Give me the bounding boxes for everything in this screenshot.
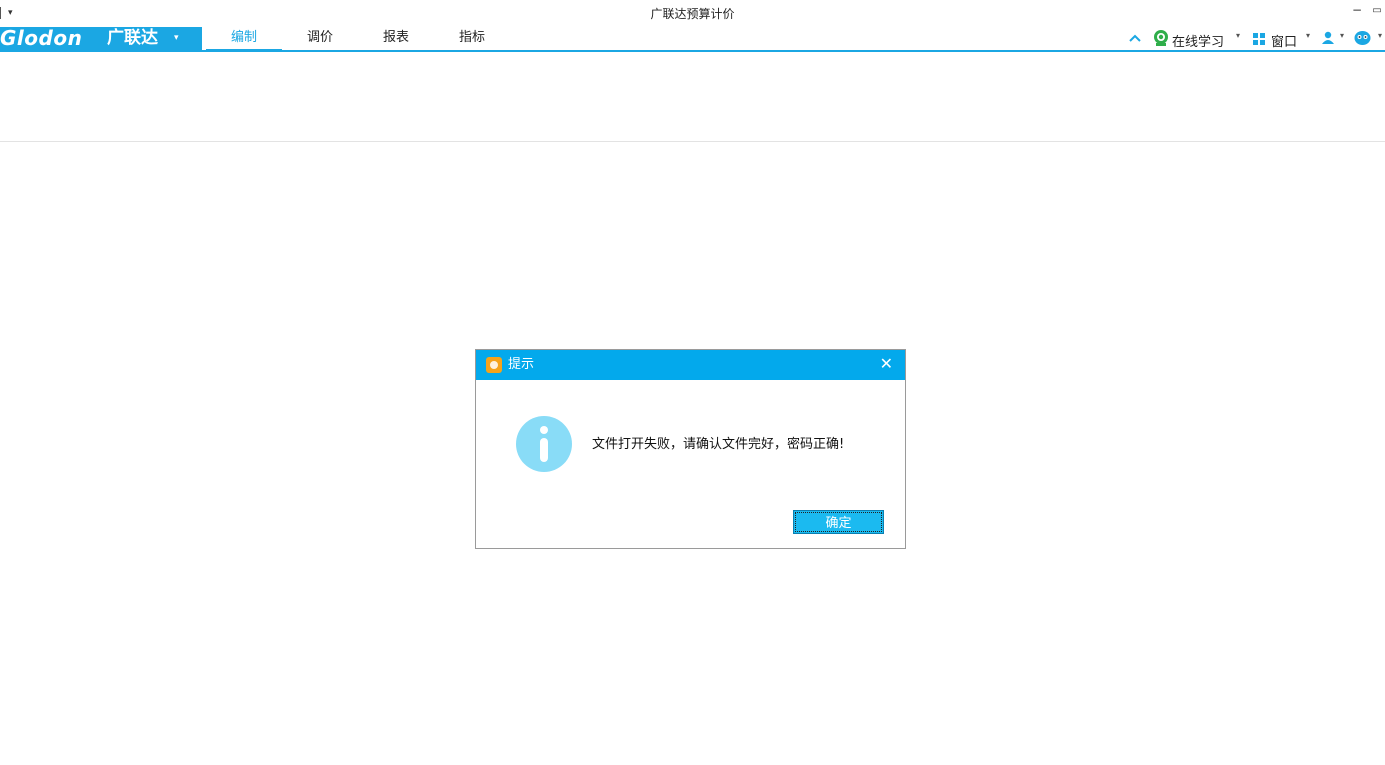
online-learning-dropdown-icon[interactable]: ▾	[1236, 31, 1240, 40]
online-learning-link[interactable]: 在线学习	[1172, 31, 1224, 50]
ribbon-area	[0, 52, 1385, 142]
title-bar: ▾ 广联达预算计价 − ▭	[0, 0, 1385, 27]
info-icon-dot	[540, 426, 548, 434]
alert-dialog: 提示 ✕ 文件打开失败，请确认文件完好，密码正确! 确定	[475, 349, 906, 549]
menu-bar: Glodon 广联达 ▾ 编制 调价 报表 指标 在线学习 ▾ 窗口 ▾ ▾ ▾	[0, 27, 1385, 52]
dialog-message: 文件打开失败，请确认文件完好，密码正确!	[592, 437, 845, 452]
window-menu[interactable]: 窗口	[1271, 31, 1297, 50]
logo-chinese: 广联达	[107, 28, 158, 48]
app-small-icon	[486, 357, 502, 373]
user-dropdown-icon[interactable]: ▾	[1340, 31, 1344, 40]
info-icon	[516, 416, 572, 472]
tab-reports[interactable]: 报表	[358, 27, 434, 50]
more-dropdown-icon[interactable]: ▾	[1378, 31, 1382, 40]
close-icon[interactable]: ✕	[880, 355, 893, 373]
restore-button[interactable]: ▭	[1369, 5, 1385, 16]
dialog-header[interactable]: 提示 ✕	[476, 350, 905, 380]
tab-indicators[interactable]: 指标	[434, 27, 510, 50]
window-grid-icon	[1253, 33, 1265, 45]
app-menu-dropdown-icon: ▾	[174, 33, 179, 43]
logo-text: Glodon	[0, 26, 83, 50]
dialog-title: 提示	[508, 357, 535, 372]
ok-button[interactable]: 确定	[793, 510, 884, 534]
window-dropdown-icon[interactable]: ▾	[1306, 31, 1310, 40]
info-icon-stem	[540, 438, 548, 462]
minimize-button[interactable]: −	[1349, 3, 1365, 17]
window-title: 广联达预算计价	[650, 7, 735, 21]
tab-compile[interactable]: 编制	[206, 27, 282, 52]
assistant-icon[interactable]	[1354, 30, 1371, 46]
user-icon[interactable]	[1321, 31, 1335, 45]
right-toolbar: 在线学习 ▾ 窗口 ▾ ▾ ▾	[1126, 27, 1385, 50]
online-learning-icon	[1154, 30, 1168, 46]
chevron-up-icon[interactable]	[1129, 33, 1141, 43]
app-menu-button[interactable]: Glodon 广联达 ▾	[0, 27, 202, 50]
tab-price-adjust[interactable]: 调价	[282, 27, 358, 50]
